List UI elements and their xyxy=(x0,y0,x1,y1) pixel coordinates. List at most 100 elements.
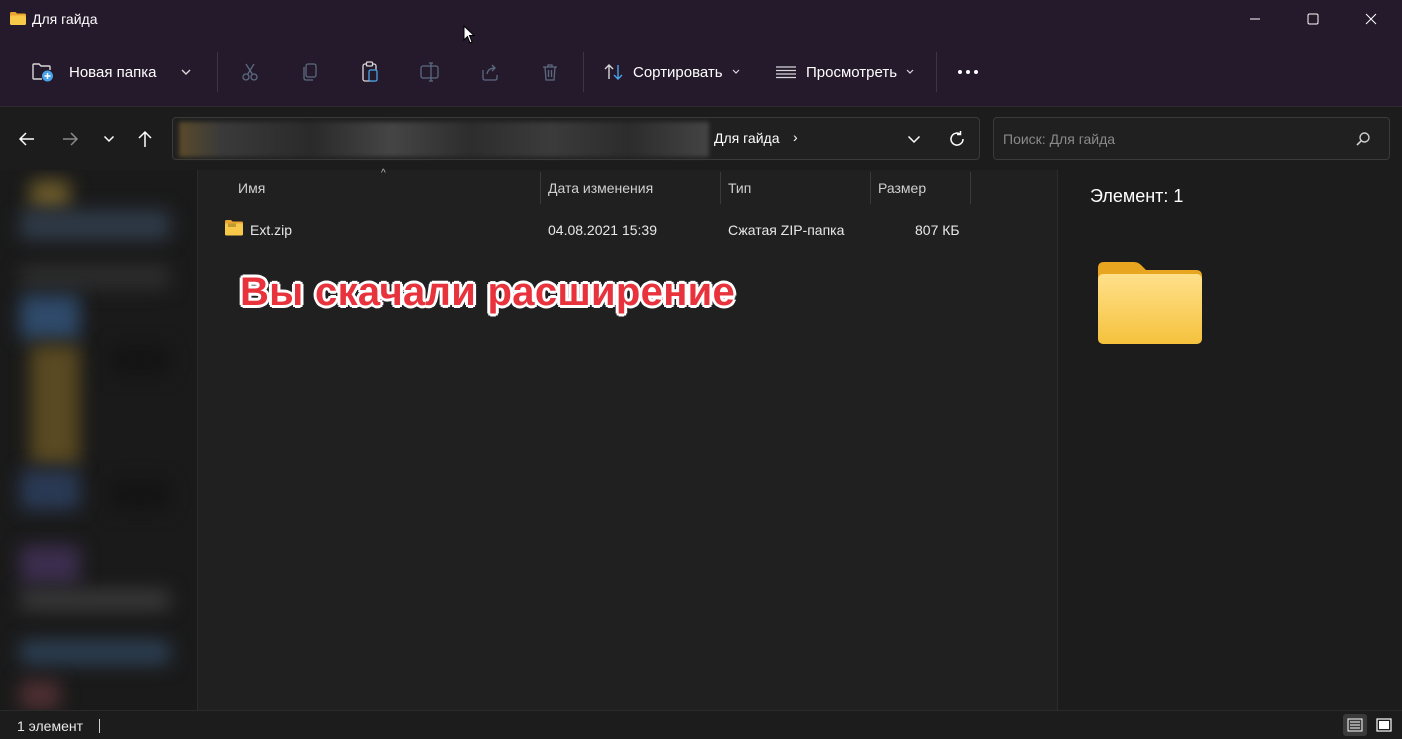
chevron-down-icon xyxy=(907,135,921,143)
toolbar-divider xyxy=(583,52,584,92)
toolbar-divider xyxy=(936,52,937,92)
blurred-nav-item xyxy=(30,180,70,210)
sort-icon xyxy=(604,64,623,80)
overlay-caption: Вы скачали расширение xyxy=(240,270,736,314)
column-divider[interactable] xyxy=(870,172,871,204)
up-arrow-icon xyxy=(138,130,152,147)
file-name[interactable]: Ext.zip xyxy=(250,222,292,238)
column-divider[interactable] xyxy=(540,172,541,204)
folder-icon xyxy=(10,12,26,25)
recent-locations-button[interactable] xyxy=(93,123,125,155)
large-icons-view-icon xyxy=(1376,718,1392,732)
search-input[interactable] xyxy=(1003,128,1343,150)
column-header-size[interactable]: Размер xyxy=(878,180,926,196)
forward-button[interactable] xyxy=(54,123,86,155)
rename-button[interactable] xyxy=(414,56,446,88)
blurred-nav-item xyxy=(20,265,170,289)
new-folder-button[interactable]: Новая папка xyxy=(31,52,156,92)
address-bar[interactable]: Для гайда › xyxy=(172,117,980,160)
blurred-nav-item xyxy=(20,210,170,240)
column-header-name[interactable]: Имя xyxy=(238,180,265,196)
chevron-down-icon xyxy=(906,69,914,74)
column-divider[interactable] xyxy=(720,172,721,204)
blurred-nav-item xyxy=(110,345,170,375)
folder-icon xyxy=(1098,262,1202,344)
share-icon xyxy=(482,64,498,81)
blurred-nav-item xyxy=(20,590,170,610)
cut-icon xyxy=(242,63,258,81)
blurred-nav-item xyxy=(110,480,170,510)
copy-icon xyxy=(303,63,317,81)
column-header-date[interactable]: Дата изменения xyxy=(548,180,653,196)
preview-view-button[interactable] xyxy=(1372,714,1396,736)
file-size: 807 КБ xyxy=(915,222,960,238)
title-bar: Для гайда xyxy=(0,0,1402,38)
refresh-icon xyxy=(950,131,964,146)
delete-icon xyxy=(543,64,557,81)
window-title: Для гайда xyxy=(32,11,98,27)
search-icon[interactable] xyxy=(1354,130,1372,148)
mouse-cursor-icon xyxy=(463,25,476,44)
blurred-nav-item xyxy=(30,345,80,465)
new-folder-label: Новая папка xyxy=(69,63,157,81)
new-item-dropdown[interactable] xyxy=(180,52,192,92)
forward-arrow-icon xyxy=(63,132,79,146)
sort-label: Сортировать xyxy=(633,63,723,81)
blurred-nav-item xyxy=(20,295,80,340)
paste-button[interactable] xyxy=(354,56,386,88)
refresh-button[interactable] xyxy=(945,127,969,151)
view-icon xyxy=(776,66,796,79)
more-options-button[interactable] xyxy=(952,56,984,88)
blurred-nav-item xyxy=(20,680,60,710)
maximize-icon xyxy=(1307,13,1319,25)
view-label: Просмотреть xyxy=(806,63,898,81)
up-button[interactable] xyxy=(129,123,161,155)
maximize-button[interactable] xyxy=(1284,0,1342,38)
minimize-icon xyxy=(1250,18,1260,20)
delete-button[interactable] xyxy=(534,56,566,88)
breadcrumb-current[interactable]: Для гайда xyxy=(714,130,779,146)
new-folder-icon xyxy=(32,63,53,82)
copy-button[interactable] xyxy=(294,56,326,88)
close-button[interactable] xyxy=(1342,0,1400,38)
back-arrow-icon xyxy=(18,132,34,146)
address-history-button[interactable] xyxy=(902,127,926,151)
rename-icon xyxy=(420,62,439,82)
column-header-type[interactable]: Тип xyxy=(728,180,751,196)
sort-ascending-icon: ^ xyxy=(381,168,386,179)
details-pane: Элемент: 1 xyxy=(1057,170,1402,710)
details-view-button[interactable] xyxy=(1343,714,1367,736)
status-divider xyxy=(99,719,100,733)
minimize-button[interactable] xyxy=(1226,0,1284,38)
paste-icon xyxy=(362,61,378,82)
file-row[interactable]: Ext.zip 04.08.2021 15:39 Сжатая ZIP-папк… xyxy=(198,214,1058,246)
item-count: 1 элемент xyxy=(17,718,84,734)
status-bar: 1 элемент xyxy=(0,710,1402,739)
command-bar: Новая папка Сортировать Просмотреть xyxy=(0,40,1402,104)
file-list[interactable]: ^ Имя Дата изменения Тип Размер Ext.zip … xyxy=(197,168,1058,710)
search-box[interactable] xyxy=(993,117,1390,160)
blurred-nav-item xyxy=(20,470,80,510)
sort-button[interactable]: Сортировать xyxy=(603,52,741,92)
view-button[interactable]: Просмотреть xyxy=(775,52,915,92)
chevron-down-icon xyxy=(103,135,115,143)
file-date: 04.08.2021 15:39 xyxy=(548,222,657,238)
details-view-icon xyxy=(1347,718,1363,732)
column-divider[interactable] xyxy=(970,172,971,204)
chevron-down-icon xyxy=(181,69,191,75)
more-icon xyxy=(958,70,978,74)
navigation-bar: Для гайда › xyxy=(0,106,1402,170)
chevron-down-icon xyxy=(732,69,740,74)
blurred-nav-item xyxy=(20,640,170,665)
toolbar-divider xyxy=(217,52,218,92)
navigation-pane[interactable] xyxy=(0,170,197,710)
cut-button[interactable] xyxy=(234,56,266,88)
file-type: Сжатая ZIP-папка xyxy=(728,222,845,238)
details-title: Элемент: 1 xyxy=(1090,186,1184,206)
blurred-path xyxy=(179,122,709,157)
breadcrumb-chevron-icon[interactable]: › xyxy=(793,129,798,145)
share-button[interactable] xyxy=(474,56,506,88)
zip-folder-icon xyxy=(225,220,243,236)
blurred-nav-item xyxy=(20,545,80,585)
back-button[interactable] xyxy=(11,123,43,155)
